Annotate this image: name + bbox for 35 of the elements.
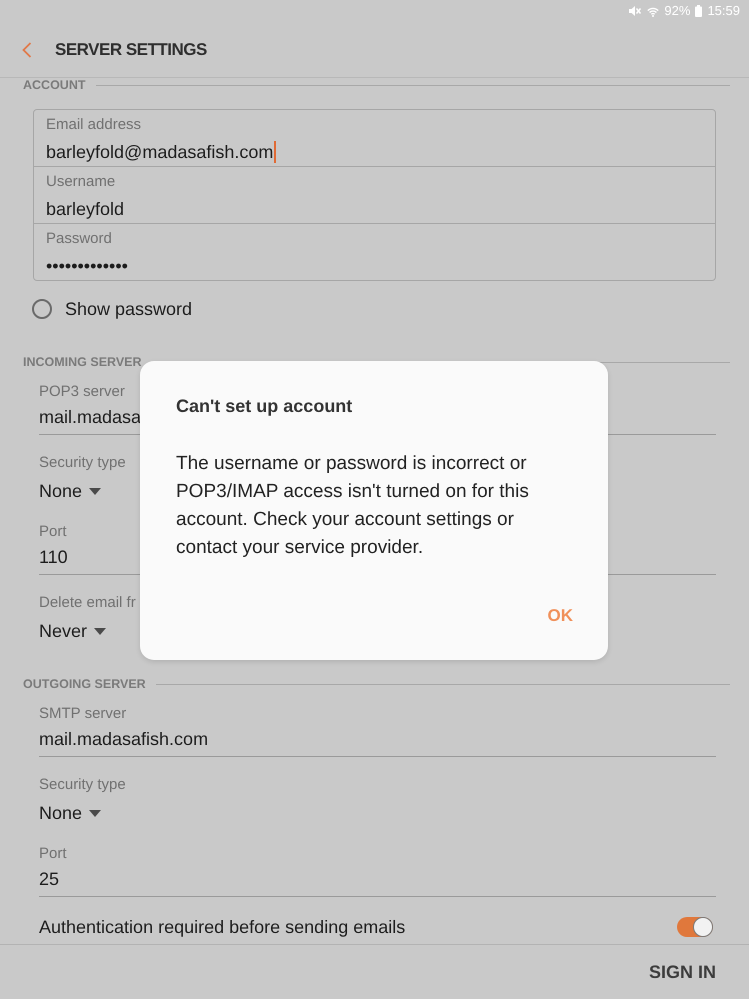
page-title: SERVER SETTINGS: [55, 40, 207, 60]
caret-icon: [94, 628, 106, 634]
field-label: Security type: [39, 453, 126, 473]
toggle-switch[interactable]: [677, 917, 713, 937]
dialog-message: The username or password is incorrect or POP3/IMAP access isn't turned on for this account. Check your account settings or contact your service provider.: [176, 452, 530, 560]
text-field[interactable]: Username barleyfold: [34, 167, 715, 224]
text-field[interactable]: 25: [39, 866, 60, 892]
section-header: ACCOUNT: [23, 78, 86, 92]
dropdown[interactable]: None: [39, 800, 102, 826]
text-field[interactable]: Password •••••••••••••: [34, 224, 715, 280]
dropdown[interactable]: Never: [39, 618, 106, 644]
field-label: Delete email fr: [39, 593, 136, 613]
section-header: OUTGOING SERVER: [23, 677, 146, 691]
battery-icon: [695, 5, 702, 17]
dialog-title: Can't set up account: [176, 395, 354, 418]
field-label: POP3 server: [39, 382, 125, 402]
section-header: INCOMING SERVER: [23, 355, 142, 369]
field-label: Port: [39, 844, 67, 864]
text-field[interactable]: Email address barleyfold@madasafish.com: [34, 110, 715, 167]
field-label: Port: [39, 522, 67, 542]
wifi-icon: [647, 6, 660, 16]
caret-icon: [89, 810, 102, 816]
field-label: SMTP server: [39, 704, 126, 724]
setting-label: Authentication required before sending emails: [39, 916, 406, 939]
dropdown[interactable]: None: [39, 478, 102, 504]
text-field[interactable]: 110: [39, 544, 68, 570]
sign-in-button[interactable]: SIGN IN: [648, 956, 716, 988]
mute-icon: [628, 5, 642, 17]
radio-button[interactable]: [32, 299, 52, 319]
chevron-left-icon[interactable]: [22, 42, 32, 58]
radio-label: Show password: [65, 298, 192, 321]
caret-icon: [89, 488, 102, 494]
field-label: Security type: [39, 775, 126, 795]
text-field[interactable]: mail.madasafish.com: [39, 726, 208, 752]
text-field[interactable]: mail.madasa: [39, 404, 142, 430]
